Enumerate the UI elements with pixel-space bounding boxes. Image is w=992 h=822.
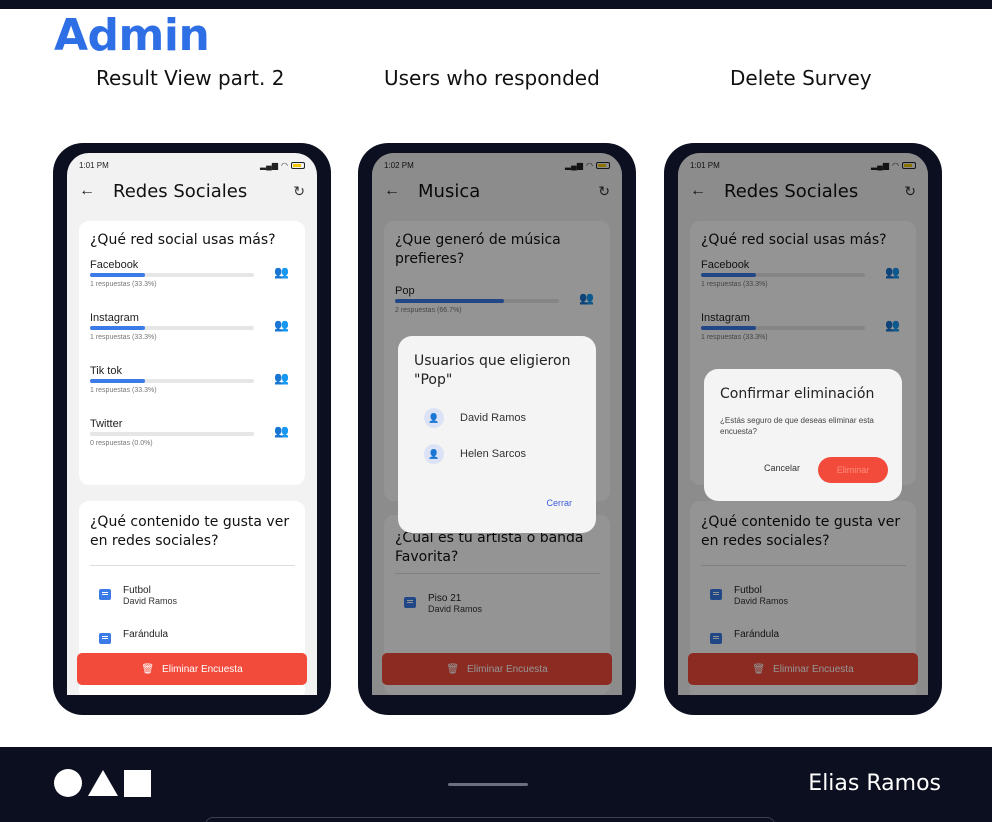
top-bar [0, 0, 992, 9]
phone-screen: 1:02 PM ▂▄▆ ◠ ← Musica ↻ ¿Que generó de m… [372, 153, 622, 695]
back-arrow-icon[interactable]: ← [79, 182, 107, 200]
users-icon[interactable]: 👥 [274, 265, 289, 279]
person-icon: 👤 [424, 444, 444, 464]
dialog-title: Confirmar eliminación [720, 386, 875, 402]
caption-delete-survey: Delete Survey [730, 66, 872, 90]
dialog-title: Usuarios que eligieron "Pop" [414, 353, 571, 388]
wifi-icon: ◠ [281, 160, 288, 170]
phone-delete-survey: 1:01 PM ▂▄▆ ◠ ← Redes Sociales ↻ ¿Qué red… [664, 143, 942, 715]
progress-fill [90, 379, 145, 383]
user-name: Helen Sarcos [460, 448, 527, 460]
footer-outline [205, 817, 775, 822]
status-icons: ▂▄▆ ◠ [260, 161, 305, 170]
user-row: 👤 David Ramos [424, 408, 526, 428]
logo [54, 769, 151, 797]
circle-shape-icon [54, 769, 82, 797]
option-count: 1 respuestas (33.3%) [90, 387, 157, 394]
author-name: Elias Ramos [808, 771, 941, 796]
progress-track [90, 326, 254, 330]
confirm-dialog: Confirmar eliminación ¿Estás seguro de q… [704, 369, 902, 501]
users-icon[interactable]: 👥 [274, 371, 289, 385]
caption-result-view: Result View part. 2 [96, 66, 285, 90]
progress-track [90, 432, 254, 436]
footer: Elias Ramos [0, 747, 992, 822]
option-label: Twitter [90, 418, 123, 430]
status-bar: 1:01 PM ▂▄▆ ◠ [79, 159, 305, 171]
users-icon[interactable]: 👥 [274, 424, 289, 438]
response-answer: Farándula [123, 629, 169, 640]
status-time: 1:01 PM [79, 160, 109, 170]
progress-track [90, 273, 254, 277]
option-count: 0 respuestas (0.0%) [90, 440, 153, 447]
option-row: Instagram 1 respuestas (33.3%) 👥 [90, 312, 295, 352]
option-label: Instagram [90, 312, 139, 324]
users-dialog: Usuarios que eligieron "Pop" 👤 David Ram… [398, 336, 596, 533]
option-row: Twitter 0 respuestas (0.0%) 👥 [90, 418, 295, 458]
option-row: Tik tok 1 respuestas (33.3%) 👥 [90, 365, 295, 405]
refresh-icon[interactable]: ↻ [293, 183, 305, 200]
message-icon [99, 589, 111, 600]
cancel-button[interactable]: Cancelar [764, 463, 800, 473]
phone-result-view: 1:01 PM ▂▄▆ ◠ ← Redes Sociales ↻ ¿Qué red… [53, 143, 331, 715]
triangle-shape-icon [88, 770, 118, 796]
option-label: Tik tok [90, 365, 122, 377]
user-row: 👤 Helen Sarcos [424, 444, 526, 464]
message-icon [99, 633, 111, 644]
square-shape-icon [124, 769, 151, 797]
progress-fill [90, 273, 145, 277]
question-title: ¿Qué red social usas más? [90, 232, 276, 248]
dialog-message: ¿Estás seguro de que deseas eliminar est… [720, 416, 874, 436]
battery-icon [291, 161, 305, 169]
phone-users-responded: 1:02 PM ▂▄▆ ◠ ← Musica ↻ ¿Que generó de m… [358, 143, 636, 715]
signal-icon: ▂▄▆ [260, 160, 279, 170]
option-row: Facebook 1 respuestas (33.3%) 👥 [90, 259, 295, 299]
progress-track [90, 379, 254, 383]
app-bar: ← Redes Sociales ↻ [67, 173, 317, 209]
delete-survey-button[interactable]: 🗑 Eliminar Encuesta [77, 653, 307, 685]
response-item: Futbol David Ramos [99, 585, 177, 615]
page-title: Admin [54, 10, 210, 61]
progress-fill [90, 326, 145, 330]
phone-screen: 1:01 PM ▂▄▆ ◠ ← Redes Sociales ↻ ¿Qué red… [678, 153, 928, 695]
divider [90, 565, 295, 566]
close-button[interactable]: Cerrar [546, 498, 572, 508]
survey-title: Redes Sociales [113, 180, 248, 202]
question-card: ¿Qué red social usas más? Facebook 1 res… [79, 221, 305, 485]
confirm-delete-button[interactable]: Eliminar [818, 457, 888, 483]
trash-icon: 🗑 [141, 663, 155, 675]
response-answer: Futbol [123, 585, 151, 596]
option-label: Facebook [90, 259, 139, 271]
drag-handle[interactable] [448, 783, 528, 786]
caption-users-responded: Users who responded [384, 66, 600, 90]
question-title: ¿Qué contenido te gusta ver en redes soc… [90, 514, 290, 549]
option-count: 1 respuestas (33.3%) [90, 334, 157, 341]
option-count: 1 respuestas (33.3%) [90, 281, 157, 288]
delete-survey-label: Eliminar Encuesta [162, 663, 243, 675]
users-icon[interactable]: 👥 [274, 318, 289, 332]
user-name: David Ramos [460, 412, 527, 424]
response-user: David Ramos [123, 596, 178, 606]
phone-screen: 1:01 PM ▂▄▆ ◠ ← Redes Sociales ↻ ¿Qué red… [67, 153, 317, 695]
person-icon: 👤 [424, 408, 444, 428]
